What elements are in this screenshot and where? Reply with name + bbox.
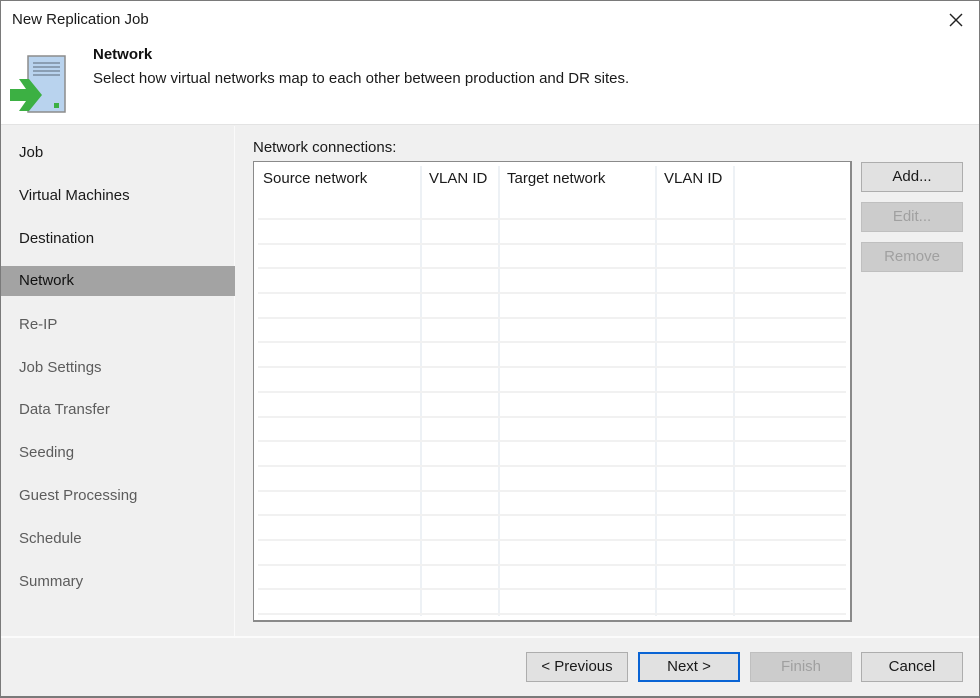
- footer-divider: [1, 636, 979, 638]
- empty-row-line: [258, 539, 846, 541]
- close-icon[interactable]: [945, 9, 967, 31]
- sidebar-item-guest-processing[interactable]: Guest Processing: [1, 481, 235, 511]
- page-title: Network: [93, 46, 153, 63]
- replication-job-dialog: New Replication Job Network Select how v…: [0, 0, 980, 698]
- empty-row-line: [258, 564, 846, 566]
- empty-row-line: [258, 416, 846, 418]
- network-connections-table[interactable]: Source network VLAN ID Target network VL…: [253, 161, 852, 622]
- add-button[interactable]: Add...: [861, 162, 963, 192]
- empty-row-line: [258, 391, 846, 393]
- column-header-target-vlan-id[interactable]: VLAN ID: [655, 162, 722, 218]
- cancel-button[interactable]: Cancel: [861, 652, 963, 682]
- empty-row-line: [258, 588, 846, 590]
- wizard-header: Network Select how virtual networks map …: [1, 39, 979, 125]
- sidebar-item-seeding[interactable]: Seeding: [1, 438, 235, 468]
- page-description: Select how virtual networks map to each …: [93, 70, 630, 87]
- sidebar-item-destination[interactable]: Destination: [1, 224, 235, 254]
- edit-button[interactable]: Edit...: [861, 202, 963, 232]
- empty-row-line: [258, 243, 846, 245]
- empty-row-line: [258, 613, 846, 615]
- remove-button[interactable]: Remove: [861, 242, 963, 272]
- sidebar-item-job[interactable]: Job: [1, 138, 235, 168]
- empty-row-line: [258, 341, 846, 343]
- server-arrow-icon: [9, 55, 67, 115]
- sidebar-item-job-settings[interactable]: Job Settings: [1, 353, 235, 383]
- window-title: New Replication Job: [12, 11, 149, 28]
- empty-row-line: [258, 317, 846, 319]
- finish-button[interactable]: Finish: [750, 652, 852, 682]
- title-bar: New Replication Job: [1, 1, 979, 39]
- sidebar-item-data-transfer[interactable]: Data Transfer: [1, 395, 235, 425]
- network-connections-label: Network connections:: [253, 139, 397, 156]
- empty-row-line: [258, 465, 846, 467]
- empty-row-line: [258, 267, 846, 269]
- empty-row-line: [258, 490, 846, 492]
- sidebar-item-re-ip[interactable]: Re-IP: [1, 310, 235, 340]
- sidebar-item-virtual-machines[interactable]: Virtual Machines: [1, 181, 235, 211]
- column-header-source-vlan-id[interactable]: VLAN ID: [420, 162, 487, 218]
- sidebar-item-network[interactable]: Network: [1, 266, 235, 296]
- empty-row-line: [258, 440, 846, 442]
- wizard-steps-nav: Job Virtual Machines Destination Network…: [1, 126, 235, 636]
- column-header-target-network[interactable]: Target network: [498, 162, 605, 218]
- column-header-source-network[interactable]: Source network: [254, 162, 367, 218]
- next-button[interactable]: Next >: [638, 652, 740, 682]
- empty-row-line: [258, 366, 846, 368]
- network-panel: Network connections: Source network VLAN…: [237, 126, 979, 636]
- sidebar-item-schedule[interactable]: Schedule: [1, 524, 235, 554]
- empty-row-line: [258, 514, 846, 516]
- empty-row-line: [258, 218, 846, 220]
- sidebar-item-summary[interactable]: Summary: [1, 567, 235, 597]
- empty-row-line: [258, 292, 846, 294]
- previous-button[interactable]: < Previous: [526, 652, 628, 682]
